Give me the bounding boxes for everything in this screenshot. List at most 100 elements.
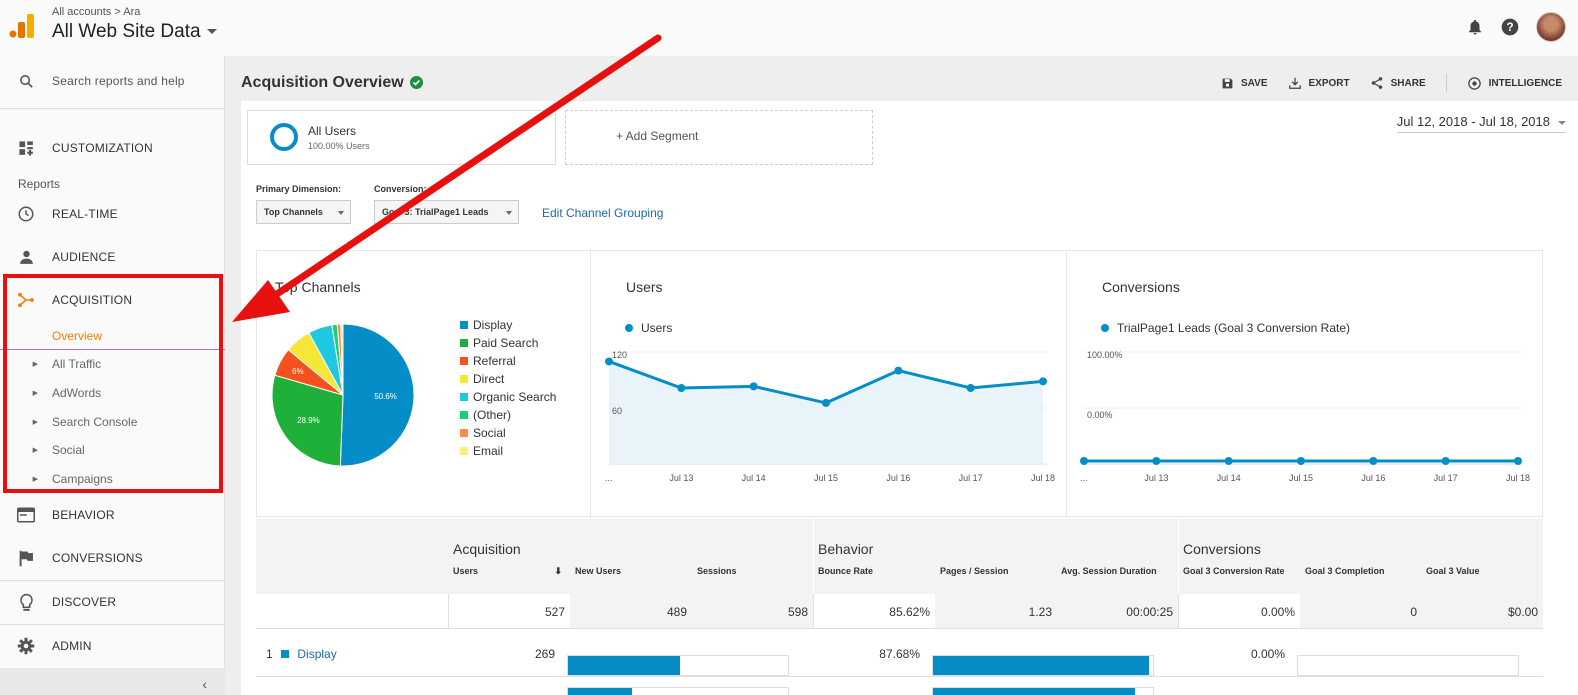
search-input[interactable]: Search reports and help xyxy=(52,74,185,88)
chart-divider xyxy=(590,251,591,518)
legend-label: Direct xyxy=(473,372,505,386)
chevron-down-icon xyxy=(338,211,344,215)
data-point[interactable] xyxy=(966,383,975,392)
column-header-avg-session-duration[interactable]: Avg. Session Duration xyxy=(1061,566,1161,577)
conversion-select[interactable]: Goal 3: TrialPage1 Leads xyxy=(374,200,519,224)
bell-icon[interactable] xyxy=(1466,18,1484,36)
dashboard-icon xyxy=(18,140,33,156)
add-segment-button[interactable]: + Add Segment xyxy=(565,110,873,165)
channel-link[interactable]: Display xyxy=(297,647,336,661)
legend-label: Referral xyxy=(473,354,516,368)
breadcrumb[interactable]: All accounts > Ara xyxy=(52,6,140,18)
sort-desc-icon: ⬇ xyxy=(554,566,562,576)
analytics-logo[interactable] xyxy=(9,14,35,38)
flag-icon xyxy=(19,550,33,566)
data-point[interactable] xyxy=(1152,457,1161,465)
column-header-new-users[interactable]: New Users xyxy=(575,566,690,577)
primary-dimension-label: Primary Dimension: xyxy=(256,184,342,194)
legend-swatch xyxy=(460,411,468,419)
pie-data-label: 28.9% xyxy=(297,416,320,425)
sidebar-item-realtime[interactable]: REAL-TIME xyxy=(0,193,225,235)
verified-check-icon xyxy=(409,76,423,90)
page-title: Acquisition Overview xyxy=(241,74,423,92)
legend-swatch xyxy=(460,429,468,437)
data-point[interactable] xyxy=(822,398,830,407)
x-tick-label: Jul 18 xyxy=(1031,473,1055,483)
data-point[interactable] xyxy=(1224,457,1233,465)
pages-session-bar-fill xyxy=(933,656,1149,675)
export-button[interactable]: EXPORT xyxy=(1288,76,1350,90)
sidebar-item-audience[interactable]: AUDIENCE xyxy=(0,236,225,278)
sidebar-item-behavior[interactable]: BEHAVIOR xyxy=(0,494,225,536)
sidebar-item-admin[interactable]: ADMIN xyxy=(0,625,225,667)
share-button[interactable]: SHARE xyxy=(1370,76,1426,90)
data-point[interactable] xyxy=(1514,457,1522,465)
data-point[interactable] xyxy=(1039,377,1047,386)
column-header-users[interactable]: Users ⬇ xyxy=(453,566,568,577)
total-goal3-completion: 0 xyxy=(1300,594,1422,628)
primary-dimension-value: Top Channels xyxy=(264,207,323,217)
collapse-sidebar-button[interactable]: ‹ xyxy=(0,668,225,695)
segment-name: All Users xyxy=(308,124,357,138)
conversions-legend: TrialPage1 Leads (Goal 3 Conversion Rate… xyxy=(1101,321,1350,335)
conversions-line-chart: 100.00% 0.00%... Jul 13 Jul 14 Jul 15 Jul 16 J… xyxy=(1080,350,1530,483)
legend-label: Display xyxy=(473,318,513,332)
y-tick-label: 120 xyxy=(612,350,627,360)
svg-text:?: ? xyxy=(1506,21,1513,34)
data-point[interactable] xyxy=(894,366,903,375)
save-button[interactable]: SAVE xyxy=(1221,77,1268,90)
pages-session-bar-row2 xyxy=(932,687,1154,695)
property-selector[interactable]: All Web Site Data xyxy=(52,21,217,43)
column-header-sessions[interactable]: Sessions xyxy=(697,566,812,577)
users-legend: Users xyxy=(625,321,672,335)
main-panel: Acquisition Overview SAVE EXPORT SHARE I… xyxy=(225,56,1578,695)
total-sessions: 598 xyxy=(692,594,813,628)
edit-channel-grouping-link[interactable]: Edit Channel Grouping xyxy=(542,206,663,220)
intelligence-button[interactable]: INTELLIGENCE xyxy=(1467,76,1562,91)
data-point[interactable] xyxy=(1441,457,1450,465)
sidebar-item-discover[interactable]: DISCOVER xyxy=(0,581,225,623)
export-label: EXPORT xyxy=(1308,77,1350,89)
total-goal3-value: $0.00 xyxy=(1422,594,1543,628)
x-tick-label: Jul 14 xyxy=(1217,473,1241,483)
chart-divider xyxy=(1066,251,1067,518)
column-header-goal3-value[interactable]: Goal 3 Value xyxy=(1426,566,1541,577)
x-tick-label: Jul 15 xyxy=(1289,473,1313,483)
chevron-down-icon xyxy=(1558,120,1566,125)
data-point[interactable] xyxy=(1369,457,1378,465)
legend-label: Email xyxy=(473,444,504,458)
table-row-display[interactable]: 1 Display xyxy=(266,628,446,676)
column-header-pages-session[interactable]: Pages / Session xyxy=(940,566,1055,577)
group-title: Conversions xyxy=(1183,541,1261,557)
charts-panel: Top Channels 50.6% 28.9% 6% Display Paid Se… xyxy=(256,250,1543,518)
pages-session-bar xyxy=(932,655,1154,676)
goal3-bar xyxy=(1297,655,1519,676)
gear-icon xyxy=(17,637,35,655)
collapse-chevron-icon: ‹ xyxy=(202,676,207,692)
total-bounce-rate: 85.62% xyxy=(813,594,935,628)
sidebar-item-conversions[interactable]: CONVERSIONS xyxy=(0,537,225,579)
legend-item: Email xyxy=(460,444,503,458)
data-point[interactable] xyxy=(749,382,758,391)
x-tick-label: Jul 17 xyxy=(1434,473,1458,483)
users-legend-label: Users xyxy=(641,321,673,335)
column-header-goal3-conversion-rate[interactable]: Goal 3 Conversion Rate xyxy=(1183,566,1288,577)
primary-dimension-select[interactable]: Top Channels xyxy=(256,200,351,224)
sidebar-item-label: AUDIENCE xyxy=(52,250,116,264)
column-header-goal3-completion[interactable]: Goal 3 Completion xyxy=(1305,566,1420,577)
help-icon[interactable]: ? xyxy=(1500,17,1520,37)
legend-dot-icon xyxy=(625,324,633,332)
search-reports[interactable]: Search reports and help xyxy=(0,60,225,102)
avatar[interactable] xyxy=(1536,12,1566,42)
data-point[interactable] xyxy=(1297,457,1305,465)
browser-window-icon xyxy=(17,507,35,523)
segment-all-users[interactable]: All Users 100.00% Users xyxy=(247,110,556,165)
data-point[interactable] xyxy=(1080,457,1088,465)
date-range-picker[interactable]: Jul 12, 2018 - Jul 18, 2018 xyxy=(1396,114,1566,133)
sidebar-item-customization[interactable]: CUSTOMIZATION xyxy=(0,127,225,169)
column-header-bounce-rate[interactable]: Bounce Rate xyxy=(818,566,933,577)
page-title-text: Acquisition Overview xyxy=(241,74,404,91)
chart-title-top-channels: Top Channels xyxy=(275,279,361,295)
data-point[interactable] xyxy=(677,383,686,392)
conversion-label: Conversion: xyxy=(374,184,427,194)
